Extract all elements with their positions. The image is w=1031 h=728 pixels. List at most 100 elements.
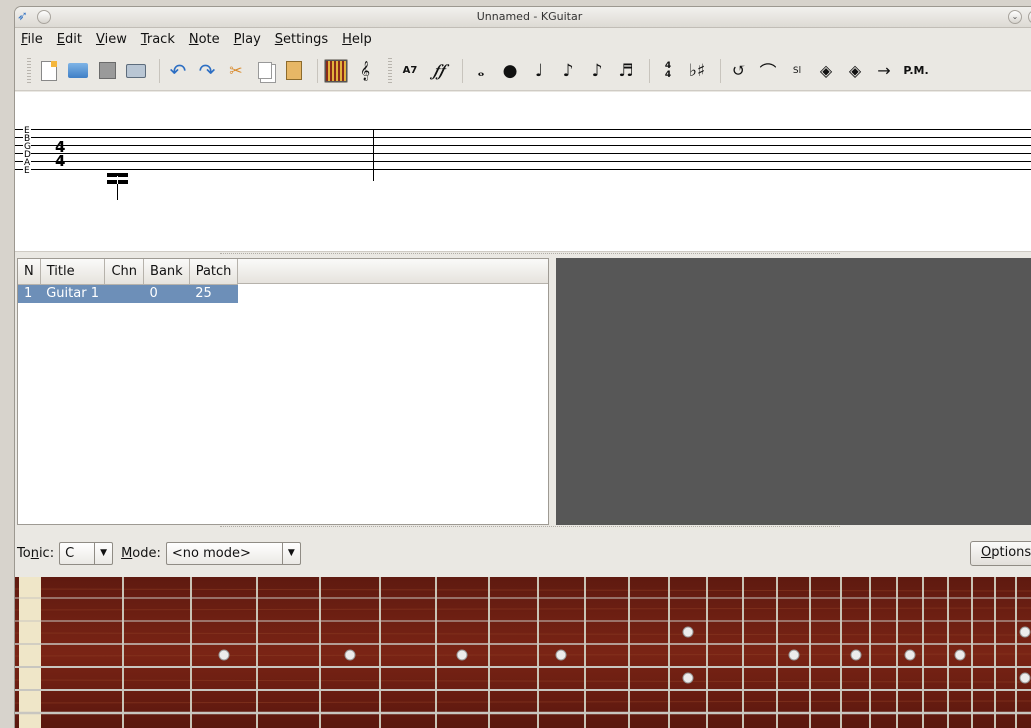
scissors-icon: ✂ [229,61,243,80]
slide-button[interactable]: Sl [785,59,809,83]
fret-marker [682,672,694,684]
toolbar-separator [317,58,318,83]
sixteenth-note-button[interactable]: ♪ [585,59,609,83]
printer-icon [126,63,146,78]
fret-marker [456,649,468,661]
tablature-editor[interactable]: E B G D A E 4 4 [15,92,1031,252]
column-header-title[interactable]: Title [40,259,106,285]
fret-marker [954,649,966,661]
artificial-harmonic-icon: ◈ [848,61,862,80]
toolbar-grip[interactable] [27,57,31,84]
redo-icon: ↷ [198,58,216,83]
menu-edit[interactable]: Edit [57,32,82,47]
undo-button[interactable]: ↶ [166,59,190,83]
fret-marker [344,649,356,661]
horizontal-splitter[interactable] [220,253,840,256]
hammer-on-button[interactable]: ↺ [727,59,751,83]
copy-button[interactable] [253,59,277,83]
track-title: Guitar 1 [40,284,105,303]
track-table[interactable]: N Title Chn Bank Patch 1 Guitar 1 0 25 [18,259,239,303]
column-header-patch[interactable]: Patch [189,259,239,285]
undo-icon: ↶ [169,58,187,83]
horizontal-splitter[interactable] [220,526,840,529]
column-header-chn[interactable]: Chn [104,259,145,285]
tablature-staff[interactable]: E B G D A E 4 4 [15,92,1031,252]
track-table-header: N Title Chn Bank Patch [18,259,239,285]
save-icon [98,62,116,79]
quarter-note-icon: ♩ [534,60,544,81]
window-title: Unnamed - KGuitar [476,10,583,23]
track-bank: 0 [143,284,190,303]
main-toolbar: ↶ ↷ ✂ 𝄞 A7 𝆑𝆑 𝅝 ● ♩ ♪ ♪ ♬ 44 ♭♯ ↺ ⌒ Sl ◈… [15,51,1031,91]
thirty-second-note-button[interactable]: ♬ [614,59,638,83]
tabulature-icon [325,59,347,82]
track-list[interactable]: N Title Chn Bank Patch 1 Guitar 1 0 25 [17,258,549,525]
tonic-label: Tonic: [17,545,55,561]
tab-cursor[interactable] [107,173,128,200]
menu-settings[interactable]: Settings [275,32,328,47]
sixteenth-note-icon: ♪ [591,60,603,81]
fret-marker [904,649,916,661]
cut-button[interactable]: ✂ [224,59,248,83]
tab-view-toggle[interactable] [324,58,348,83]
fret-marker [218,649,230,661]
menu-play[interactable]: Play [234,32,261,47]
minimize-button[interactable]: ⌄ [1008,10,1022,24]
hammer-on-icon: ↺ [731,60,747,81]
track-patch: 25 [189,284,238,303]
legato-button[interactable]: ⌒ [756,59,780,83]
double-stroke-icon: 𝆑𝆑 [433,60,445,81]
toolbar-grip[interactable] [388,57,392,84]
menu-help[interactable]: Help [342,32,372,47]
score-icon: 𝄞 [359,60,371,81]
string-label: E [24,166,30,176]
menu-file[interactable]: File [21,32,43,47]
copy-icon [258,62,272,79]
menu-track[interactable]: Track [141,32,175,47]
column-header-n[interactable]: N [18,259,41,285]
fret-marker [788,649,800,661]
palm-mute-button[interactable]: P.M. [901,59,931,83]
menu-note[interactable]: Note [189,32,220,47]
artificial-harmonic-button[interactable]: ◈ [843,59,867,83]
new-file-button[interactable] [37,59,61,83]
chevron-down-icon: ▼ [94,542,112,564]
eighth-note-button[interactable]: ♪ [556,59,580,83]
half-note-button[interactable]: ● [498,59,522,83]
print-button[interactable] [124,59,148,83]
toolbar-separator [720,58,721,83]
column-header-bank[interactable]: Bank [143,259,190,285]
chord-button[interactable]: A7 [398,59,422,83]
note-length-button[interactable]: 𝆑𝆑 [427,59,451,83]
quarter-note-button[interactable]: ♩ [527,59,551,83]
harmonic-icon: ◈ [819,61,833,80]
folder-open-icon [68,63,88,78]
redo-button[interactable]: ↷ [195,59,219,83]
legato-icon: ⌒ [759,63,777,83]
menu-bar: File Edit View Track Note Play Settings … [15,28,1031,51]
save-button[interactable] [95,59,119,83]
let-ring-button[interactable]: → [872,59,896,83]
whole-note-icon: 𝅝 [477,60,485,81]
fret-marker [682,626,694,638]
open-button[interactable] [66,59,90,83]
new-file-icon [41,60,57,81]
table-row[interactable]: 1 Guitar 1 0 25 [18,284,238,303]
nut [19,577,41,728]
paste-button[interactable] [282,59,306,83]
score-view-toggle[interactable]: 𝄞 [353,59,377,83]
mode-select[interactable]: <no mode> ▼ [165,541,301,565]
title-bar[interactable]: ➶ Unnamed - KGuitar ⌄ ◇ [15,7,1031,28]
fretboard-canvas[interactable] [15,577,1031,728]
harmonic-button[interactable]: ◈ [814,59,838,83]
time-signature-button[interactable]: 44 [656,59,680,83]
tonic-select[interactable]: C ▼ [59,541,114,565]
menu-view[interactable]: View [96,32,127,47]
fret-marker [1019,672,1031,684]
fretboard[interactable] [15,577,1031,728]
track-channel [104,284,144,303]
whole-note-button[interactable]: 𝅝 [469,59,493,83]
options-button[interactable]: Options... [970,541,1031,566]
toolbar-separator [649,58,650,83]
key-signature-button[interactable]: ♭♯ [685,59,709,83]
